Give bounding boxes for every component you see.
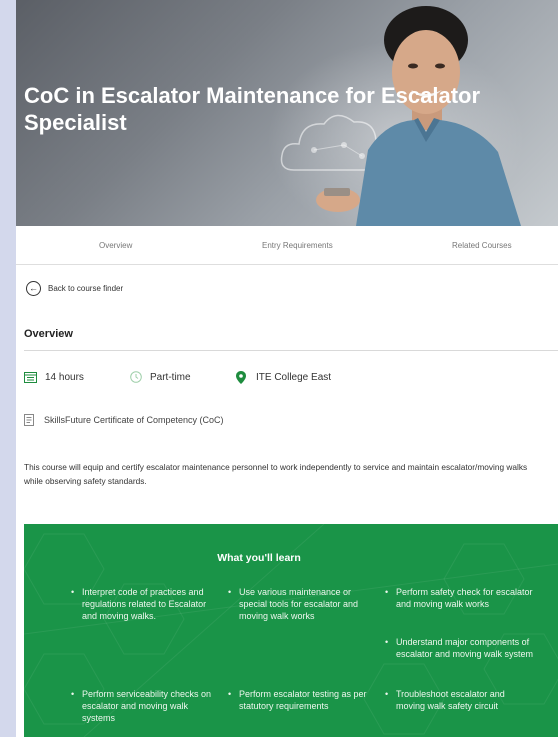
learn-item-text: Perform escalator testing as per statuto… [239,689,367,711]
learn-heading: What you'll learn [217,552,301,564]
course-page: CoC in Escalator Maintenance for Escalat… [16,0,558,737]
hero-banner: CoC in Escalator Maintenance for Escalat… [16,0,558,226]
location-pin-icon [236,371,246,384]
bullet: • [228,689,232,699]
certificate-info: SkillsFuture Certificate of Competency (… [24,414,224,426]
tab-overview[interactable]: Overview [99,241,132,250]
location-text: ITE College East [256,372,332,383]
learn-item: • Troubleshoot escalator and moving walk… [385,688,534,712]
course-title: CoC in Escalator Maintenance for Escalat… [24,83,481,135]
location-info: ITE College East [236,371,331,384]
mode-info: Part-time [130,371,191,383]
overview-heading: Overview [24,328,73,340]
bullet: • [71,689,75,699]
bullet: • [228,587,232,597]
course-tabs: Overview Entry Requirements Related Cour… [16,226,558,265]
bullet: • [385,637,389,647]
learn-item-text: Interpret code of practices and regulati… [82,587,207,621]
what-youll-learn-panel: What you'll learn • Interpret code of pr… [24,524,558,737]
mode-text: Part-time [150,371,191,383]
bullet: • [71,587,75,597]
tab-entry-requirements[interactable]: Entry Requirements [262,241,333,250]
bullet: • [385,689,389,699]
learn-item: • Understand major components of escalat… [385,636,534,660]
divider [24,350,558,351]
back-arrow-icon: ← [26,280,41,296]
calendar-icon [24,372,37,383]
learn-item-text: Understand major components of escalator… [396,637,534,659]
learn-item: • Perform safety check for escalator and… [385,586,534,610]
clock-icon [130,371,142,383]
learn-item-text: Use various maintenance or special tools… [239,587,359,621]
learn-item-text: Troubleshoot escalator and moving walk s… [396,689,505,711]
certificate-text: SkillsFuture Certificate of Competency (… [44,415,224,425]
duration-info: 14 hours [24,371,84,383]
learn-item: • Perform escalator testing as per statu… [228,688,377,712]
back-link-label: Back to course finder [48,283,124,293]
back-to-course-finder-link[interactable]: ← Back to course finder [26,279,123,297]
course-description: This course will equip and certify escal… [24,462,528,486]
learn-item: • Perform serviceability checks on escal… [71,688,220,724]
learn-item: • Interpret code of practices and regula… [71,586,220,622]
tab-related-courses[interactable]: Related Courses [452,241,512,250]
certificate-icon [24,414,34,426]
bullet: • [385,587,389,597]
duration-text: 14 hours [45,371,84,383]
learn-item: • Use various maintenance or special too… [228,586,377,622]
learn-item-text: Perform safety check for escalator and m… [396,587,533,609]
learn-item-text: Perform serviceability checks on escalat… [82,689,212,723]
